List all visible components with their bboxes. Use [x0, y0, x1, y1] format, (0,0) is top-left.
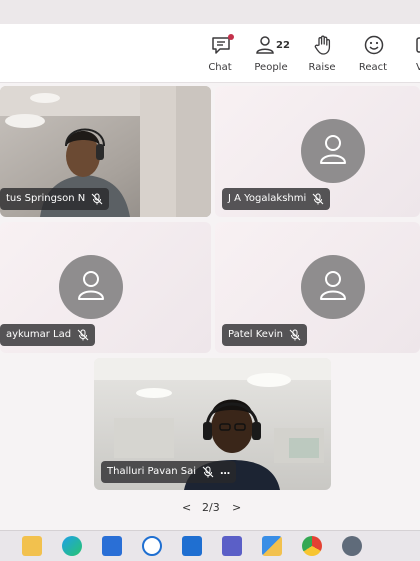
participant-name: tus Springson N	[6, 193, 86, 204]
dell-icon[interactable]	[142, 536, 162, 556]
mic-off-icon	[289, 329, 301, 341]
participant-name: aykumar Lad	[6, 329, 72, 340]
react-label: React	[358, 62, 388, 73]
people-count: 22	[276, 40, 290, 51]
settings-icon[interactable]	[342, 536, 362, 556]
avatar	[59, 255, 123, 319]
participant-name-tag: aykumar Lad	[0, 324, 96, 346]
hand-icon	[314, 35, 331, 55]
mic-off-icon	[91, 193, 103, 205]
mic-off-icon	[312, 193, 324, 205]
participant-name-tag: Thalluri Pavan Sai …	[101, 461, 237, 483]
react-button[interactable]: React	[348, 32, 398, 78]
person-placeholder-icon	[320, 135, 346, 164]
person-placeholder-icon	[320, 271, 346, 300]
chrome-icon[interactable]	[302, 536, 322, 556]
chat-unread-dot	[228, 34, 234, 40]
store-icon[interactable]	[102, 536, 122, 556]
participant-tile-video[interactable]: tus Springson N	[0, 86, 211, 217]
participant-name-tag: Patel Kevin	[222, 324, 307, 346]
participant-name: Thalluri Pavan Sai	[107, 466, 197, 477]
avatar	[301, 119, 365, 183]
participant-name-tag: J A Yogalakshmi	[222, 188, 331, 210]
smiley-icon	[364, 35, 384, 55]
raise-hand-button[interactable]: Raise	[297, 32, 347, 78]
people-icon	[256, 36, 274, 54]
gallery-pager: < 2/3 >	[182, 500, 244, 518]
raise-label: Raise	[308, 62, 336, 73]
previous-page-button[interactable]: <	[182, 501, 191, 514]
participant-tile-video[interactable]: Thalluri Pavan Sai …	[94, 358, 331, 490]
remote-icon[interactable]	[182, 536, 202, 556]
teams-icon[interactable]	[222, 536, 242, 556]
participant-name: Patel Kevin	[228, 329, 283, 340]
meeting-toolbar: Chat 22 People Raise React V	[0, 24, 420, 83]
people-label: People	[254, 62, 288, 73]
security-icon[interactable]	[262, 536, 282, 556]
more-options-button[interactable]: …	[220, 461, 230, 483]
participant-tile-avatar[interactable]: J A Yogalakshmi	[215, 86, 420, 217]
chat-label: Chat	[208, 62, 232, 73]
person-placeholder-icon	[78, 271, 104, 300]
mic-off-icon	[202, 466, 214, 478]
participant-name-tag: tus Springson N	[0, 188, 110, 210]
participant-name: J A Yogalakshmi	[228, 193, 307, 204]
avatar	[301, 255, 365, 319]
next-page-button[interactable]: >	[232, 501, 241, 514]
view-icon	[416, 37, 420, 53]
people-button[interactable]: 22 People	[246, 32, 296, 78]
taskbar	[0, 530, 420, 561]
mic-off-icon	[77, 329, 89, 341]
page-indicator: 2/3	[202, 501, 220, 514]
file-explorer-icon[interactable]	[22, 536, 42, 556]
participant-tile-avatar[interactable]: aykumar Lad	[0, 222, 211, 353]
chat-button[interactable]: Chat	[195, 32, 245, 78]
edge-icon[interactable]	[62, 536, 82, 556]
view-button[interactable]: V	[399, 32, 420, 78]
participant-tile-avatar[interactable]: Patel Kevin	[215, 222, 420, 353]
view-label: V	[416, 62, 420, 73]
window-top-strip	[0, 0, 420, 24]
